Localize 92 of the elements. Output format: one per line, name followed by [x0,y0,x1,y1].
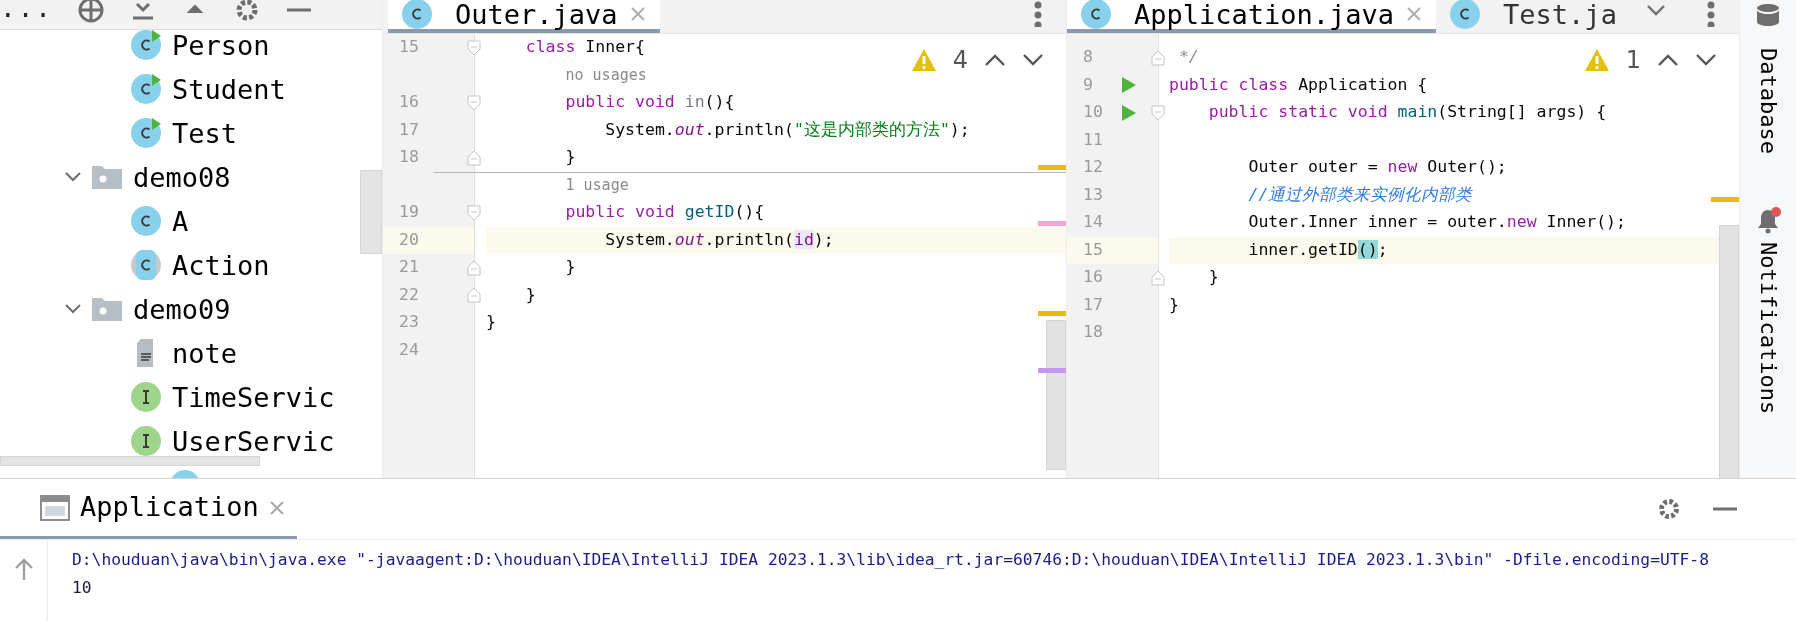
code-line: } [486,311,496,334]
warning-count[interactable]: 4 [952,42,968,78]
line-number: 14 [1082,211,1104,234]
fold-icon[interactable] [466,39,482,56]
panel-title: ... [0,0,53,21]
tree-item[interactable]: A [172,207,189,235]
fold-icon[interactable] [466,94,482,111]
tool-window-button[interactable]: Database [1757,48,1779,154]
line-number: 13 [1082,183,1104,206]
code-line: Outer.Inner inner = outer.new Inner(); [1248,211,1626,234]
fold-icon[interactable] [466,204,482,221]
tree-item[interactable]: demo08 [133,163,231,191]
line-number: 17 [1082,293,1104,316]
code-line: */ [1178,46,1199,69]
editor-tab[interactable]: Application.java [1067,0,1437,33]
tree-item[interactable]: note [172,339,238,367]
code-line: } [1169,293,1179,316]
tree-item[interactable]: TimeServic [172,383,335,411]
previous-icon[interactable] [1657,53,1679,67]
run-tab[interactable]: Application [0,479,297,539]
fold-icon[interactable] [466,259,482,276]
scrollbar[interactable] [1046,320,1066,470]
console-icon [40,494,70,521]
code-line: public static void main(String[] args) { [1208,101,1607,124]
line-number: 9 [1082,73,1094,96]
line-number: 18 [1082,321,1104,344]
fold-icon[interactable] [466,149,482,166]
line-number: 18 [398,146,420,169]
line-number: 23 [398,311,420,334]
fold-icon[interactable] [1150,104,1166,121]
console-line: 10 [72,578,92,597]
run-icon[interactable] [1119,103,1137,122]
line-number: 15 [398,36,420,59]
next-icon[interactable] [1022,53,1044,67]
line-number: 17 [398,118,420,141]
line-number: 12 [1082,156,1104,179]
close-icon[interactable] [268,499,285,516]
more-icon[interactable] [1707,1,1715,27]
code-line: System.out.println(id); [605,228,834,251]
line-number: 16 [398,91,420,114]
warning-icon[interactable] [910,48,937,72]
code-line: } [1208,266,1219,289]
code-line: public class Application { [1169,73,1428,96]
close-icon[interactable] [1406,6,1423,22]
line-number: 24 [398,338,420,361]
usage-hint[interactable]: no usages [565,64,647,87]
code-line: } [565,256,576,279]
line-number: 22 [398,283,420,306]
locate-icon[interactable] [76,0,105,24]
code-line: Outer outer = new Outer(); [1248,156,1507,179]
tool-window-button[interactable]: Notifications [1757,241,1779,415]
code-line: System.out.println("这是内部类的方法"); [605,118,970,141]
fold-icon[interactable] [1150,49,1166,66]
scrollbar[interactable] [360,170,382,254]
usage-hint[interactable]: 1 usage [565,174,629,197]
up-arrow-icon[interactable] [13,558,34,582]
line-number: 8 [1082,46,1094,69]
tree-item[interactable]: demo09 [133,295,231,323]
line-number: 15 [1082,238,1104,261]
tree-item[interactable]: Action [172,251,270,279]
tree-item[interactable]: Student [172,75,286,103]
tree-item[interactable]: Test [172,119,238,147]
warning-icon[interactable] [1583,48,1610,72]
next-icon[interactable] [1695,53,1717,67]
tree-item[interactable]: UserServic [172,427,335,455]
line-number: 19 [398,201,420,224]
line-number: 20 [398,228,420,251]
scrollbar[interactable] [1719,225,1739,478]
warning-count[interactable]: 1 [1625,42,1641,78]
code-line: //通过外部类来实例化内部类 [1248,183,1473,206]
code-line: public void in(){ [565,91,735,114]
editor-tab[interactable]: Outer.java [388,0,660,33]
tree-item[interactable]: Person [172,31,270,59]
console-line: D:\houduan\java\bin\java.exe "-javaagent:D:\houduan\IDEA\IntelliJ IDEA 2023.1.3\lib\idea_rt.jar=60746:D:\houduan\IDEA\IntelliJ IDEA 2023.1.3\bin" -Dfile.encoding=UTF-8 [72,550,1709,569]
database-icon[interactable] [1755,4,1781,26]
run-icon[interactable] [1119,76,1137,95]
code-line: } [565,146,576,169]
editor-tab[interactable]: Test.ja [1436,0,1631,33]
close-icon[interactable] [629,6,646,22]
code-line: inner.getID(); [1248,238,1388,261]
fold-icon[interactable] [466,287,482,304]
previous-icon[interactable] [984,53,1006,67]
line-number: 10 [1082,101,1104,124]
code-line: public void getID(){ [565,201,765,224]
code-line: } [525,283,536,306]
code-line: class Inner{ [525,36,645,59]
scrollbar[interactable] [0,456,260,466]
fold-icon[interactable] [1150,269,1166,286]
line-number: 21 [398,256,420,279]
more-icon[interactable] [1034,1,1042,27]
line-number: 11 [1082,128,1104,151]
line-number: 16 [1082,266,1104,289]
